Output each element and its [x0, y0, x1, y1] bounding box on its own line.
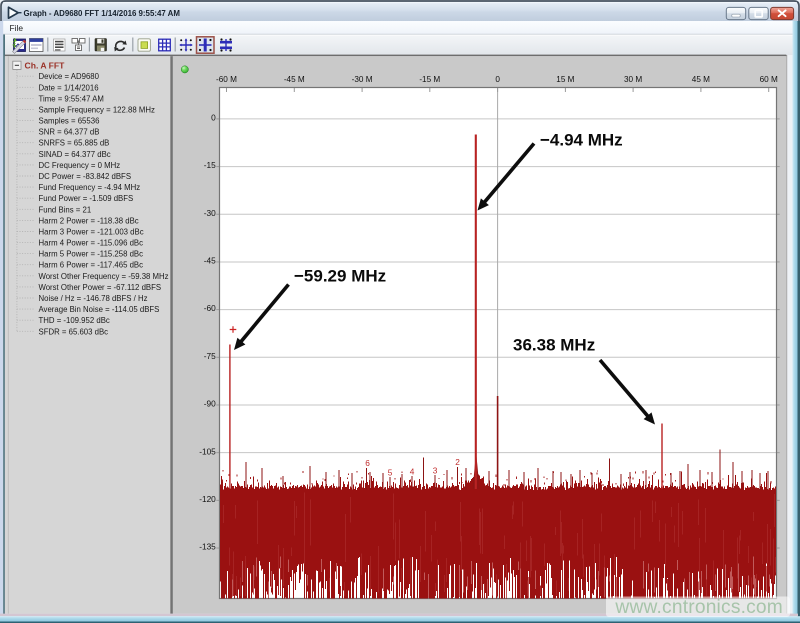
- svg-text:4: 4: [410, 467, 415, 477]
- svg-text:Average Bin Noise = -114.05 dB: Average Bin Noise = -114.05 dBFS: [39, 305, 160, 314]
- svg-text:Date = 1/14/2016: Date = 1/14/2016: [39, 83, 99, 92]
- svg-text:Time = 9:55:47 AM: Time = 9:55:47 AM: [39, 94, 104, 103]
- svg-text:-120: -120: [199, 494, 216, 504]
- svg-text:60 M: 60 M: [760, 75, 778, 84]
- svg-text:Worst Other Power = -67.112 dB: Worst Other Power = -67.112 dBFS: [39, 283, 162, 292]
- svg-text:2: 2: [455, 457, 460, 467]
- svg-text:Fund Power = -1.509 dBFS: Fund Power = -1.509 dBFS: [39, 194, 134, 203]
- svg-text:-75: -75: [204, 351, 216, 361]
- svg-text:6: 6: [365, 458, 370, 468]
- svg-text:SNRFS = 65.885 dB: SNRFS = 65.885 dB: [39, 139, 110, 148]
- svg-text:Fund Frequency = -4.94 MHz: Fund Frequency = -4.94 MHz: [39, 183, 141, 192]
- svg-text:-105: -105: [199, 446, 216, 456]
- svg-text:Harm 4 Power = -115.096 dBc: Harm 4 Power = -115.096 dBc: [39, 239, 144, 248]
- svg-text:SFDR = 65.603 dBc: SFDR = 65.603 dBc: [39, 327, 109, 336]
- svg-text:3: 3: [433, 465, 438, 475]
- svg-text:0: 0: [495, 75, 500, 84]
- svg-text:-15: -15: [204, 160, 216, 170]
- svg-text:DC Frequency = 0 MHz: DC Frequency = 0 MHz: [39, 161, 121, 170]
- svg-text:0: 0: [211, 113, 216, 123]
- svg-text:-15 M: -15 M: [419, 75, 440, 84]
- svg-text:SNR = 64.377 dB: SNR = 64.377 dB: [39, 128, 100, 137]
- svg-text:Harm 6 Power = -117.465 dBc: Harm 6 Power = -117.465 dBc: [39, 261, 144, 270]
- svg-text:www.cntronics.com: www.cntronics.com: [614, 597, 783, 618]
- svg-text:Graph - AD9680 FFT 1/14/2016 9: Graph - AD9680 FFT 1/14/2016 9:55:47 AM: [24, 9, 181, 18]
- svg-text:Harm 2 Power = -118.38 dBc: Harm 2 Power = -118.38 dBc: [39, 216, 139, 225]
- svg-text:Device = AD9680: Device = AD9680: [39, 72, 100, 81]
- svg-text:Fund Bins = 21: Fund Bins = 21: [39, 205, 92, 214]
- svg-text:36.38 MHz: 36.38 MHz: [513, 336, 595, 355]
- svg-text:-135: -135: [199, 542, 216, 552]
- svg-text:-90: -90: [204, 399, 216, 409]
- svg-text:-45: -45: [204, 256, 216, 266]
- svg-text:-30: -30: [204, 208, 216, 218]
- svg-text:30 M: 30 M: [624, 75, 642, 84]
- svg-text:Noise / Hz = -146.78 dBFS / Hz: Noise / Hz = -146.78 dBFS / Hz: [39, 294, 148, 303]
- svg-text:5: 5: [388, 467, 393, 477]
- svg-text:-45 M: -45 M: [284, 75, 305, 84]
- svg-text:SINAD = 64.377 dBc: SINAD = 64.377 dBc: [39, 150, 111, 159]
- svg-text:Ch. A FFT: Ch. A FFT: [25, 60, 66, 70]
- svg-text:DC Power = -83.842 dBFS: DC Power = -83.842 dBFS: [39, 172, 132, 181]
- svg-text:-60 M: -60 M: [216, 75, 237, 84]
- svg-text:Harm 3 Power = -121.003 dBc: Harm 3 Power = -121.003 dBc: [39, 228, 144, 237]
- svg-text:THD = -109.952 dBc: THD = -109.952 dBc: [39, 316, 110, 325]
- svg-text:Sample Frequency = 122.88 MHz: Sample Frequency = 122.88 MHz: [39, 106, 155, 115]
- svg-text:-60: -60: [204, 303, 216, 313]
- svg-text:Samples = 65536: Samples = 65536: [39, 117, 100, 126]
- svg-text:Worst Other Frequency = -59.38: Worst Other Frequency = -59.38 MHz: [39, 272, 169, 281]
- svg-text:Harm 5 Power = -115.258 dBc: Harm 5 Power = -115.258 dBc: [39, 250, 144, 259]
- svg-text:-30 M: -30 M: [352, 75, 373, 84]
- svg-text:15 M: 15 M: [556, 75, 574, 84]
- svg-text:−4.94 MHz: −4.94 MHz: [540, 131, 623, 150]
- svg-text:−59.29 MHz: −59.29 MHz: [294, 267, 386, 286]
- svg-text:File: File: [10, 23, 24, 33]
- svg-text:45 M: 45 M: [692, 75, 710, 84]
